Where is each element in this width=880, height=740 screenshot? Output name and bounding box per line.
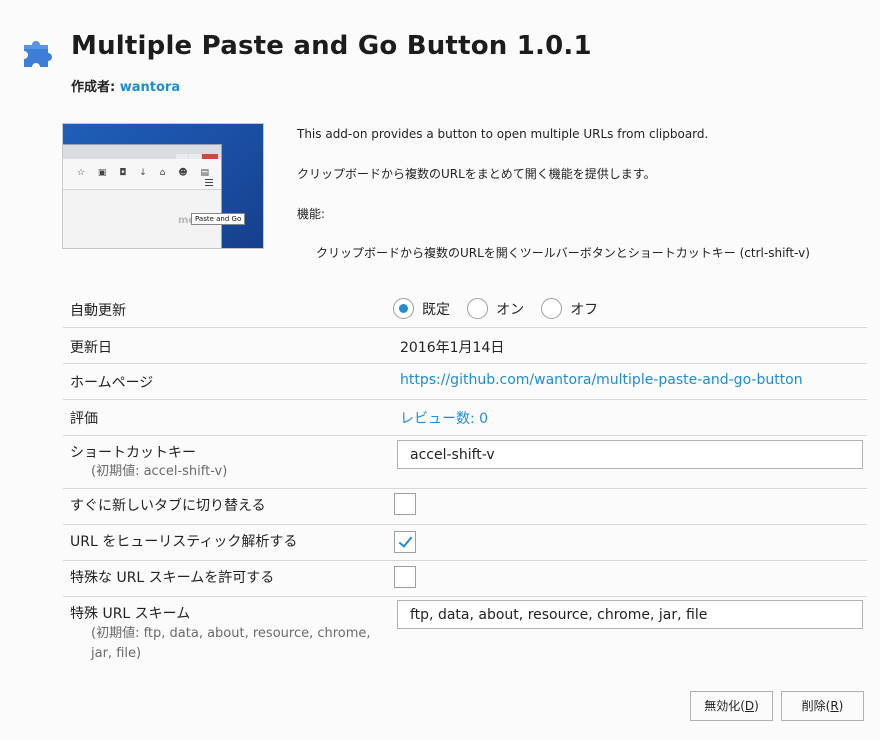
description-line-3: 機能: [297,207,326,221]
radio-default-circle[interactable] [393,298,414,319]
screenshot-titlebar [63,145,221,162]
reviews-link[interactable]: レビュー数: 0 [400,408,488,428]
screenshot-toolbar: ☆ ▣ ◘ ↓ ⌂ ☻ ▤ [63,159,221,190]
radio-off[interactable]: オフ [541,298,598,319]
schemes-input[interactable] [397,600,863,629]
screenshot-tooltip: Paste and Go [191,213,246,225]
row-switch-tab: すぐに新しいタブに切り替える [63,489,867,525]
schemes-hint-line-1: (初期値: ftp, data, about, resource, chrome… [91,626,371,641]
homepage-link[interactable]: https://github.com/wantora/multiple-past… [400,372,803,388]
addon-title: Multiple Paste and Go Button 1.0.1 [71,31,592,61]
heuristic-checkbox[interactable] [394,531,416,553]
disable-button-key: D [744,699,755,713]
radio-on[interactable]: オン [467,298,524,319]
detail-rows: 自動更新 既定 オン オフ 更新日 2016年1月14日 ホームページ http… [63,291,867,671]
addon-author: 作成者: wantora [71,76,180,95]
disable-button-end: ) [754,699,759,713]
radio-on-label: オン [496,301,525,318]
radio-off-label: オフ [570,301,599,318]
radio-off-circle[interactable] [541,298,563,319]
row-auto-update: 自動更新 既定 オン オフ [63,291,867,328]
author-link[interactable]: wantora [120,80,180,95]
switch-tab-checkbox[interactable] [394,493,416,515]
updated-value: 2016年1月14日 [400,340,505,356]
schemes-hint-line-2: jar, file) [91,646,142,661]
row-heuristic: URL をヒューリスティック解析する [63,525,867,561]
remove-button-key: R [830,699,839,713]
row-homepage: ホームページ https://github.com/wantora/multip… [63,364,867,400]
auto-update-label: 自動更新 [70,303,126,319]
radio-default[interactable]: 既定 [393,298,450,319]
shortcut-label: ショートカットキー [70,445,196,461]
homepage-label: ホームページ [70,375,154,391]
remove-button[interactable]: 削除(R) [781,691,864,721]
rating-label: 評価 [70,411,98,427]
shortcut-input[interactable] [397,440,863,469]
auto-update-radio-group: 既定 オン オフ [393,298,610,322]
screenshot-toolbar-icons: ☆ ▣ ◘ ↓ ⌂ ☻ ▤ [77,168,214,178]
description-line-2: クリップボードから複数のURLをまとめて開く機能を提供します。 [297,167,656,181]
addon-puzzle-icon [20,35,54,69]
screenshot-browser-window: ☆ ▣ ◘ ↓ ⌂ ☻ ▤ mo Paste and Go [63,144,246,248]
row-allow-schemes: 特殊な URL スキームを許可する [63,561,867,597]
heuristic-label: URL をヒューリスティック解析する [70,534,298,550]
row-schemes: 特殊 URL スキーム (初期値: ftp, data, about, reso… [63,597,867,671]
screenshot-menu-icon [205,179,213,188]
allow-schemes-checkbox[interactable] [394,566,416,588]
addon-screenshot[interactable]: ☆ ▣ ◘ ↓ ⌂ ☻ ▤ mo Paste and Go [63,124,263,248]
shortcut-hint: (初期値: accel-shift-v) [91,464,228,479]
screenshot-window-buttons [175,147,219,162]
row-shortcut: ショートカットキー (初期値: accel-shift-v) [63,436,867,489]
author-label: 作成者: [71,80,116,95]
remove-button-end: ) [838,699,844,713]
row-updated: 更新日 2016年1月14日 [63,328,867,364]
updated-label: 更新日 [70,340,112,356]
description-line-1: This add-on provides a button to open mu… [297,127,709,141]
remove-button-text: 削除( [801,699,831,713]
disable-button-text: 無効化( [704,699,745,713]
radio-on-circle[interactable] [467,298,489,319]
description-line-4: クリップボードから複数のURLを開くツールバーボタンとショートカットキー (ct… [316,246,810,260]
schemes-label: 特殊 URL スキーム [70,606,191,622]
row-rating: 評価 レビュー数: 0 [63,400,867,436]
radio-default-label: 既定 [422,301,450,318]
switch-tab-label: すぐに新しいタブに切り替える [70,498,266,514]
allow-schemes-label: 特殊な URL スキームを許可する [70,570,275,586]
disable-button[interactable]: 無効化(D) [690,691,773,721]
